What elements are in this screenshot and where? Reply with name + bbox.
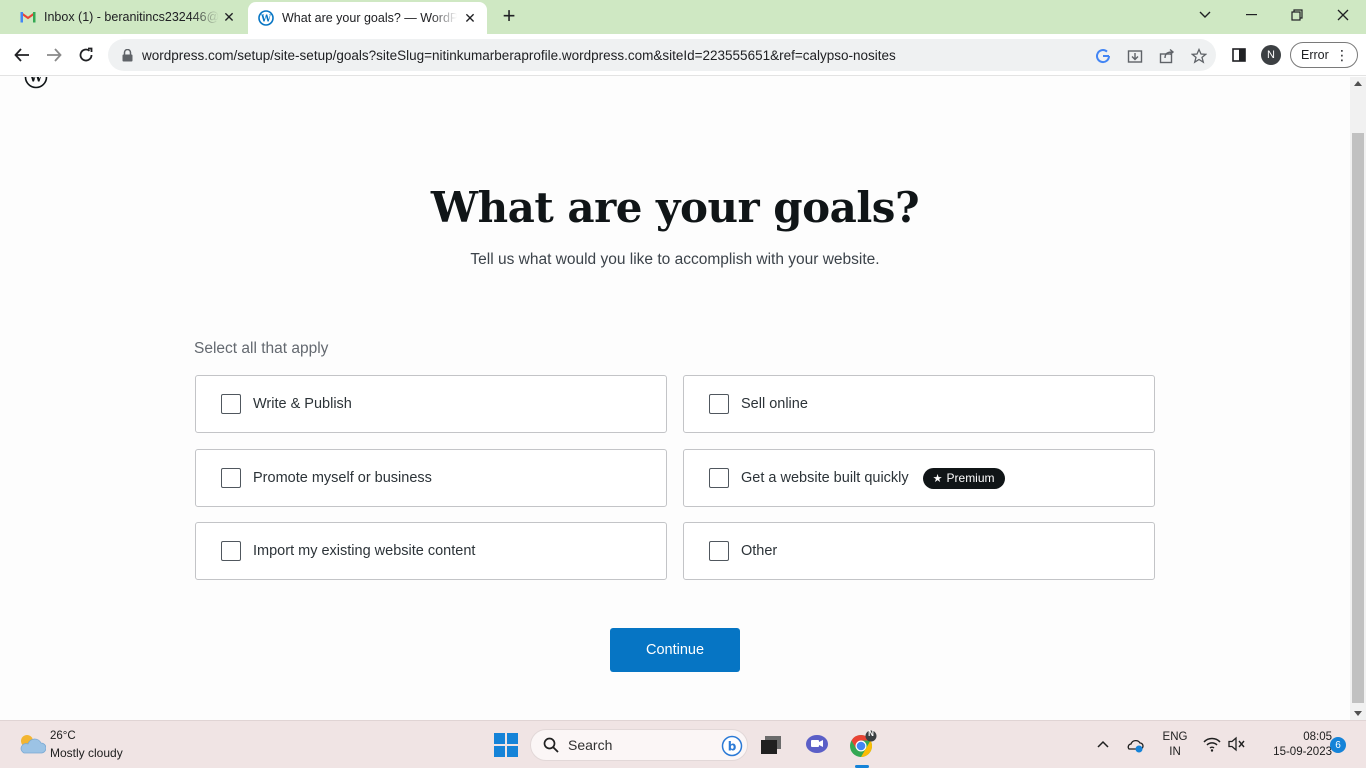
page-scrollbar[interactable]	[1350, 77, 1366, 720]
error-button[interactable]: Error ⋮	[1290, 42, 1358, 68]
weather-description[interactable]: Mostly cloudy	[50, 746, 123, 760]
reload-icon[interactable]	[72, 41, 100, 69]
scroll-down-arrow-icon[interactable]	[1354, 711, 1362, 716]
weather-cloud-icon[interactable]	[16, 731, 47, 757]
clock-time: 08:05	[1303, 731, 1332, 743]
tab-title: What are your goals? — WordPress.com	[282, 11, 457, 25]
premium-badge-label: Premium	[946, 471, 995, 485]
bookmark-star-icon[interactable]	[1190, 47, 1208, 65]
scroll-up-arrow-icon[interactable]	[1354, 81, 1362, 86]
goal-option-write-publish[interactable]: Write & Publish	[195, 375, 667, 433]
clock-date: 15-09-2023	[1273, 746, 1332, 758]
restore-icon[interactable]	[1274, 0, 1320, 30]
svg-text:W: W	[260, 15, 272, 25]
bing-icon[interactable]: b	[721, 735, 743, 757]
search-placeholder: Search	[568, 737, 613, 753]
chrome-profile-initial: N	[868, 729, 874, 738]
url-text: wordpress.com/setup/site-setup/goals?sit…	[142, 47, 896, 63]
wordpress-logo-icon[interactable]: W	[24, 77, 48, 89]
address-bar[interactable]: wordpress.com/setup/site-setup/goals?sit…	[108, 39, 1216, 71]
system-clock[interactable]: 08:05 15-09-2023	[1252, 730, 1332, 760]
lock-icon[interactable]	[120, 48, 134, 62]
windows-start-icon[interactable]	[494, 733, 518, 757]
goal-option-website-built-quickly[interactable]: Get a website built quickly ★ Premium	[683, 449, 1155, 507]
side-panel-icon[interactable]	[1229, 45, 1249, 65]
goal-option-other[interactable]: Other	[683, 522, 1155, 580]
select-all-label: Select all that apply	[194, 340, 329, 357]
goal-option-label: Write & Publish	[253, 396, 352, 412]
goal-option-sell-online[interactable]: Sell online	[683, 375, 1155, 433]
svg-text:b: b	[728, 740, 737, 754]
language-code: ENG	[1162, 731, 1188, 743]
tab-close-icon[interactable]: ✕	[222, 10, 236, 24]
language-indicator[interactable]: ENG IN	[1160, 730, 1190, 760]
goal-option-label: Other	[741, 543, 778, 559]
goal-option-label: Sell online	[741, 396, 808, 412]
browser-toolbar: wordpress.com/setup/site-setup/goals?sit…	[0, 34, 1366, 76]
close-window-icon[interactable]	[1320, 0, 1366, 30]
page-content: W What are your goals? Tell us what woul…	[0, 77, 1350, 720]
premium-badge: ★ Premium	[922, 467, 1005, 489]
new-tab-icon[interactable]: +	[498, 5, 520, 28]
chrome-icon[interactable]: N	[846, 729, 878, 761]
minimize-icon[interactable]	[1228, 0, 1274, 30]
scrollbar-thumb[interactable]	[1352, 133, 1364, 703]
goal-option-label: Get a website built quickly	[741, 470, 909, 486]
checkbox[interactable]	[221, 541, 241, 561]
tab-strip: Inbox (1) - beranitincs232446@gmail.com …	[0, 0, 1366, 34]
checkbox[interactable]	[709, 541, 729, 561]
task-view-icon[interactable]	[755, 729, 787, 761]
goal-option-label: Import my existing website content	[253, 543, 476, 559]
wordpress-icon: W	[258, 10, 274, 26]
goal-option-promote[interactable]: Promote myself or business	[195, 449, 667, 507]
onedrive-sync-icon[interactable]	[1126, 736, 1144, 754]
wifi-icon[interactable]	[1203, 736, 1221, 754]
back-icon[interactable]	[8, 41, 36, 69]
tab-gmail[interactable]: Inbox (1) - beranitincs232446@gmail.com …	[0, 0, 246, 34]
checkbox[interactable]	[221, 468, 241, 488]
checkbox[interactable]	[709, 394, 729, 414]
taskbar-search[interactable]: Search b	[530, 729, 748, 761]
star-icon: ★	[932, 472, 943, 485]
checkbox[interactable]	[221, 394, 241, 414]
error-label: Error	[1301, 48, 1329, 62]
tab-title: Inbox (1) - beranitincs232446@gmail.com	[44, 10, 219, 24]
tab-search-chevron-icon[interactable]	[1182, 0, 1228, 30]
page-subtitle: Tell us what would you like to accomplis…	[470, 251, 880, 268]
notification-badge[interactable]: 6	[1330, 737, 1346, 753]
svg-text:W: W	[28, 77, 43, 85]
goal-option-import[interactable]: Import my existing website content	[195, 522, 667, 580]
forward-icon[interactable]	[40, 41, 68, 69]
teams-chat-icon[interactable]	[801, 729, 833, 761]
tab-close-icon[interactable]: ✕	[463, 11, 477, 25]
gmail-icon	[20, 9, 36, 25]
profile-avatar[interactable]: N	[1261, 45, 1281, 65]
show-hidden-icons-chevron-icon[interactable]	[1096, 737, 1110, 751]
google-translate-icon[interactable]	[1094, 47, 1112, 65]
tab-wordpress[interactable]: W What are your goals? — WordPress.com ✕	[248, 2, 487, 34]
checkbox[interactable]	[709, 468, 729, 488]
weather-temp[interactable]: 26°C	[50, 730, 76, 742]
goal-option-label: Promote myself or business	[253, 470, 432, 486]
share-icon[interactable]	[1158, 47, 1176, 65]
page-title: What are your goals?	[430, 183, 920, 232]
windows-taskbar: 26°C Mostly cloudy Search b N ENG IN 08:…	[0, 720, 1366, 768]
volume-muted-icon[interactable]	[1228, 736, 1246, 754]
menu-kebab-icon[interactable]: ⋮	[1335, 46, 1349, 64]
continue-button[interactable]: Continue	[610, 628, 740, 672]
language-region: IN	[1169, 746, 1181, 758]
install-icon[interactable]	[1126, 47, 1144, 65]
search-icon	[543, 737, 559, 753]
